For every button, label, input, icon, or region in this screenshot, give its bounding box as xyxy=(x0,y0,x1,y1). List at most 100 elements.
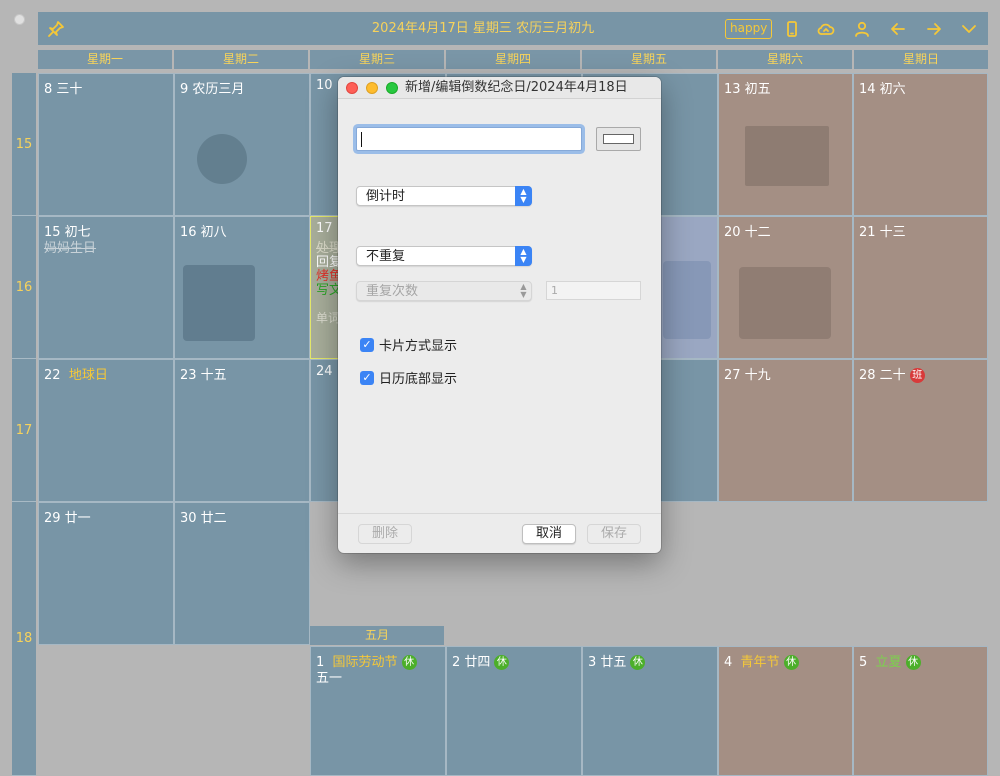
day-label: 21 十三 xyxy=(859,225,906,240)
week-number: 17 xyxy=(12,359,36,502)
week-number: 15 xyxy=(12,73,36,216)
holiday-name: 地球日 xyxy=(68,368,108,383)
day-label: 9 农历三月 xyxy=(180,82,245,97)
day-label: 23 十五 xyxy=(180,368,227,383)
weekday-header: 星期一 星期二 星期三 星期四 星期五 星期六 星期日 xyxy=(38,50,988,69)
holiday-name: 国际劳动节 xyxy=(332,655,398,670)
solar-term-name: 立夏 xyxy=(875,655,902,670)
dialog-title: 新增/编辑倒数纪念日/2024年4月18日 xyxy=(405,80,628,95)
delete-button[interactable]: 删除 xyxy=(358,524,412,544)
minimize-button[interactable] xyxy=(366,82,378,94)
updown-icon: ▲ ▼ xyxy=(515,186,532,206)
wikipedia-logo-watermark xyxy=(745,126,829,186)
checkmark-icon: ✓ xyxy=(360,370,374,385)
person-icon[interactable] xyxy=(850,12,874,45)
apple-logo-watermark xyxy=(197,134,247,184)
event-item[interactable]: 单词 xyxy=(316,309,340,326)
day-label: 22 地球日 xyxy=(44,368,108,383)
repeat-count-select-value: 重复次数 xyxy=(366,284,419,299)
day-cell[interactable]: 4 青年节休 xyxy=(718,646,853,776)
weekday-tue: 星期二 xyxy=(174,50,308,69)
chevron-down-icon[interactable] xyxy=(957,12,981,45)
day-label: 8 三十 xyxy=(44,82,83,97)
holiday-name: 青年节 xyxy=(740,655,780,670)
day-cell[interactable]: 13 初五 xyxy=(718,73,853,216)
day-cell[interactable]: 5 立夏休 xyxy=(853,646,988,776)
cancel-button[interactable]: 取消 xyxy=(522,524,576,544)
day-cell[interactable]: 20 十二 xyxy=(718,216,853,359)
day-label: 2 廿四休 xyxy=(452,651,510,670)
day-cell[interactable]: 23 十五 xyxy=(174,359,310,502)
cloud-icon[interactable] xyxy=(814,12,838,45)
day-cell[interactable]: 28 二十班 xyxy=(853,359,988,502)
day-label: 14 初六 xyxy=(859,82,906,97)
arrow-right-icon[interactable] xyxy=(922,12,946,45)
weekday-wed: 星期三 xyxy=(310,50,444,69)
holiday-badge: 休 xyxy=(783,655,799,670)
type-select[interactable]: 倒计时 ▲ ▼ xyxy=(356,186,532,206)
day-cell[interactable]: 1 国际劳动节休 五一 xyxy=(310,646,446,776)
day-cell[interactable]: 21 十三 xyxy=(853,216,988,359)
happy-badge[interactable]: happy xyxy=(725,19,773,39)
dialog-footer: 删除 取消 保存 xyxy=(338,513,661,553)
checkmark-icon: ✓ xyxy=(360,337,374,352)
weekday-fri: 星期五 xyxy=(582,50,716,69)
name-input[interactable] xyxy=(356,127,582,151)
day-cell[interactable]: 3 廿五休 xyxy=(582,646,718,776)
weekday-sat: 星期六 xyxy=(718,50,852,69)
week-number: 16 xyxy=(12,216,36,359)
day-cell[interactable]: 9 农历三月 xyxy=(174,73,310,216)
save-button[interactable]: 保存 xyxy=(587,524,641,544)
color-swatch xyxy=(603,134,634,144)
weekday-sun: 星期日 xyxy=(854,50,988,69)
holiday-badge: 休 xyxy=(401,655,417,670)
calendar-toolbar: 2024年4月17日 星期三 农历三月初九 happy xyxy=(38,12,988,45)
day-label: 28 二十班 xyxy=(859,364,925,383)
holiday-badge: 休 xyxy=(630,655,646,670)
day-cell[interactable]: 16 初八 xyxy=(174,216,310,359)
day-cell[interactable]: 30 廿二 xyxy=(174,502,310,645)
month-label: 五月 xyxy=(310,626,444,645)
date-title: 2024年4月17日 星期三 农历三月初九 xyxy=(371,21,595,36)
day-cell[interactable]: 8 三十 xyxy=(38,73,174,216)
day-cell[interactable]: 2 廿四休 xyxy=(446,646,582,776)
day-label: 27 十九 xyxy=(724,368,771,383)
event-item[interactable]: 妈妈生日 xyxy=(44,237,96,256)
day-label: 17 xyxy=(316,221,333,236)
card-display-checkbox[interactable]: ✓ 卡片方式显示 xyxy=(360,335,457,354)
anniversary-dialog: 新增/编辑倒数纪念日/2024年4月18日 倒计时 ▲ ▼ 不重复 ▲ ▼ 重复次数… xyxy=(338,77,661,553)
day-label: 16 初八 xyxy=(180,225,227,240)
color-picker[interactable] xyxy=(596,127,641,151)
close-button[interactable] xyxy=(346,82,358,94)
checkbox-label: 卡片方式显示 xyxy=(379,339,458,354)
day-cell[interactable]: 22 地球日 xyxy=(38,359,174,502)
workday-badge: 班 xyxy=(909,368,925,383)
repeat-count-select[interactable]: 重复次数 ▲ ▼ xyxy=(356,281,532,301)
type-select-value: 倒计时 xyxy=(366,189,406,204)
text-caret xyxy=(361,132,362,147)
day-label: 30 廿二 xyxy=(180,511,227,526)
day-label: 20 十二 xyxy=(724,225,771,240)
repeat-count-input[interactable]: 1 xyxy=(546,281,641,300)
event-item[interactable]: 五一 xyxy=(316,667,342,686)
updown-icon: ▲ ▼ xyxy=(520,282,527,299)
day-label: 5 立夏休 xyxy=(859,651,921,670)
holiday-badge: 休 xyxy=(494,655,510,670)
day-label: 24 xyxy=(316,364,333,379)
arrow-left-icon[interactable] xyxy=(886,12,910,45)
window-dot xyxy=(14,14,25,25)
dialog-titlebar: 新增/编辑倒数纪念日/2024年4月18日 xyxy=(338,77,661,99)
weekday-mon: 星期一 xyxy=(38,50,172,69)
phone-icon[interactable] xyxy=(780,12,804,45)
zoom-button[interactable] xyxy=(386,82,398,94)
weekday-thu: 星期四 xyxy=(446,50,580,69)
repeat-select-value: 不重复 xyxy=(366,249,406,264)
day-cell[interactable]: 14 初六 xyxy=(853,73,988,216)
day-cell[interactable]: 27 十九 xyxy=(718,359,853,502)
day-cell[interactable]: 15 初七 妈妈生日 xyxy=(38,216,174,359)
day-cell[interactable]: 29 廿一 xyxy=(38,502,174,645)
calendar-bottom-checkbox[interactable]: ✓ 日历底部显示 xyxy=(360,368,457,387)
repeat-select[interactable]: 不重复 ▲ ▼ xyxy=(356,246,532,266)
day-label: 4 青年节休 xyxy=(724,651,799,670)
tripadvisor-logo-watermark xyxy=(739,267,831,339)
